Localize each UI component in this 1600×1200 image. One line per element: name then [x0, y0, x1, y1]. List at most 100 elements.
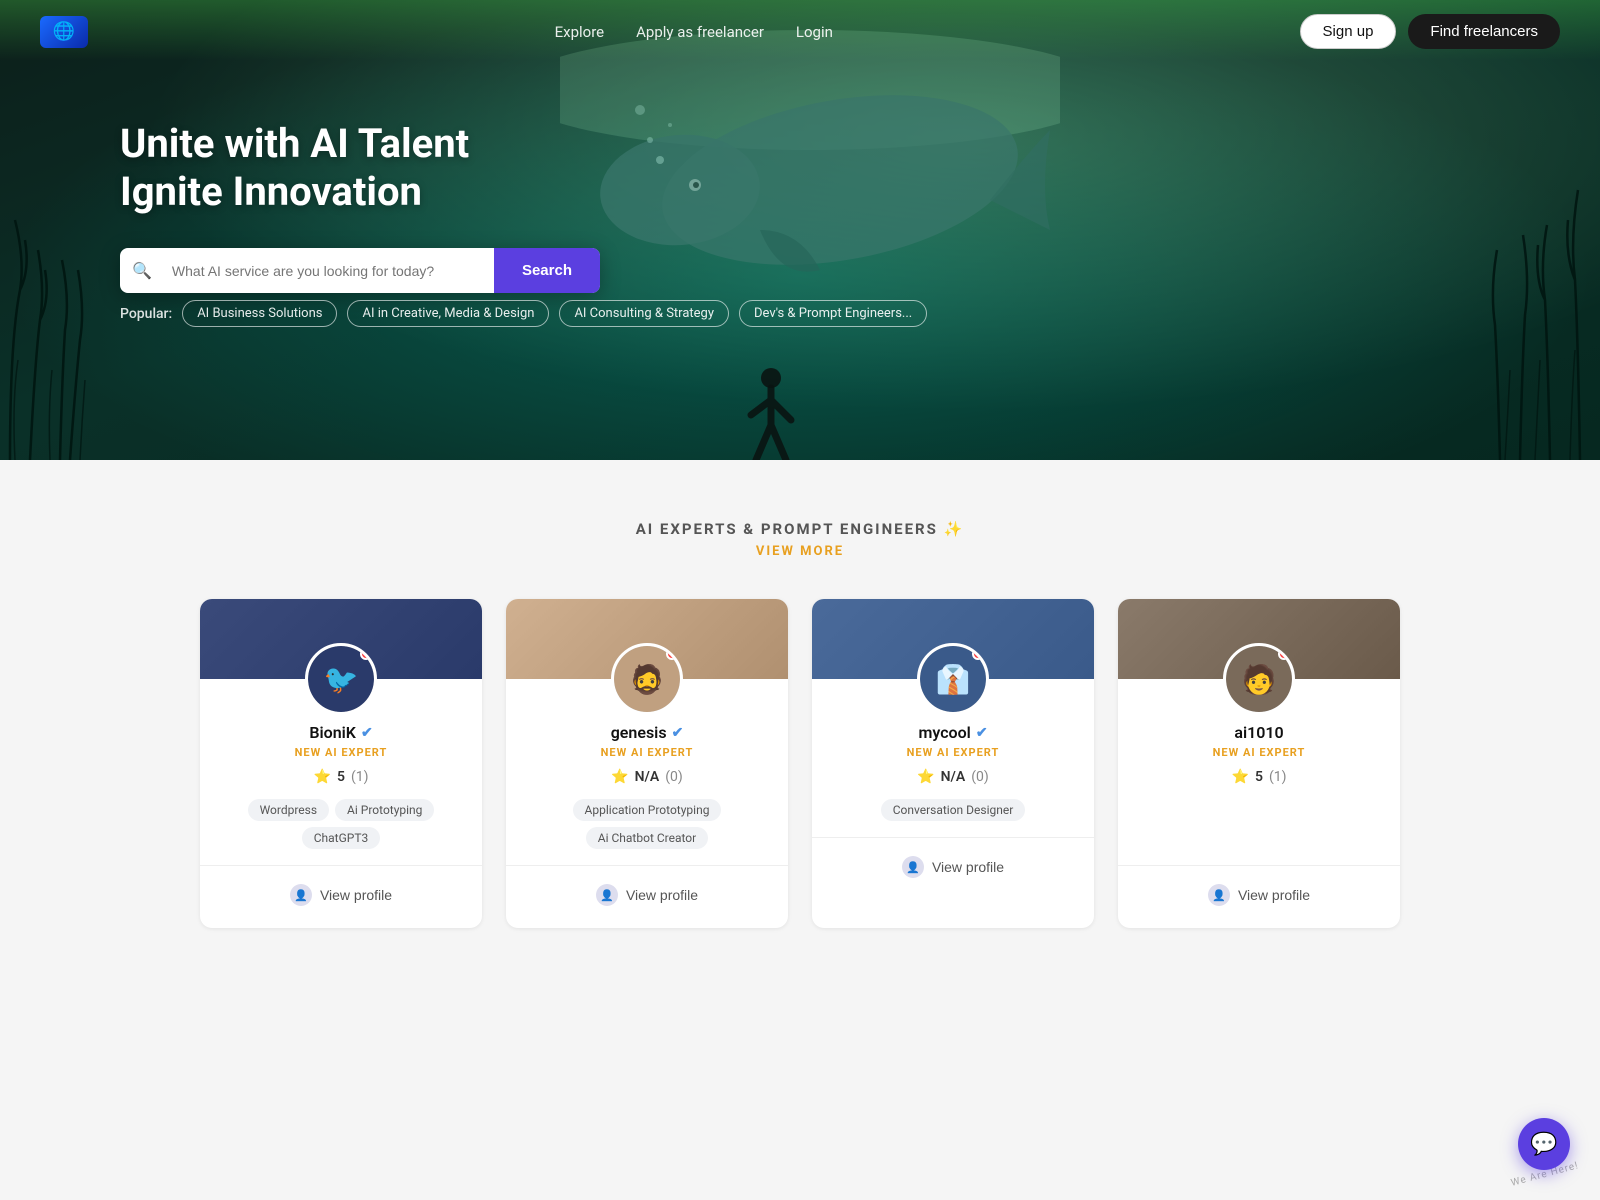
rating-value: 5 — [1255, 769, 1263, 785]
search-button[interactable]: Search — [494, 248, 600, 293]
avatar: 🧔 — [611, 643, 683, 715]
avatar: 🐦 — [305, 643, 377, 715]
signup-button[interactable]: Sign up — [1300, 14, 1397, 49]
navbar: 🌐 Explore Apply as freelancer Login Sign… — [0, 0, 1600, 63]
skill-tag[interactable]: ChatGPT3 — [302, 827, 381, 849]
card-top: 👔 — [812, 599, 1094, 679]
card-rating: ⭐ N/A (0) — [611, 769, 683, 785]
star-icon: ⭐ — [917, 769, 934, 785]
search-bar: 🔍 Search — [120, 248, 600, 293]
freelancer-card: 👔 mycool ✔ NEW AI EXPERT ⭐ N/A (0) Conve… — [812, 599, 1094, 928]
freelancer-name: BioniK ✔ — [309, 723, 372, 742]
chat-bubble-button[interactable]: 💬 — [1518, 1118, 1570, 1170]
freelancers-grid: 🐦 BioniK ✔ NEW AI EXPERT ⭐ 5 (1) Wordpre… — [200, 599, 1400, 928]
search-icon: 🔍 — [120, 261, 164, 280]
view-profile-button[interactable]: 👤 View profile — [1196, 878, 1322, 912]
nav-login[interactable]: Login — [796, 23, 833, 41]
search-input[interactable] — [164, 249, 494, 293]
nav-apply[interactable]: Apply as freelancer — [636, 23, 764, 41]
verified-icon: ✔ — [672, 725, 684, 741]
tag-creative[interactable]: AI in Creative, Media & Design — [347, 300, 549, 327]
card-top: 🧑 — [1118, 599, 1400, 679]
section-title: AI EXPERTS & PROMPT ENGINEERS ✨ — [40, 520, 1560, 538]
find-freelancers-button[interactable]: Find freelancers — [1408, 14, 1560, 49]
card-tags: Wordpress Ai Prototyping ChatGPT3 — [200, 799, 482, 849]
expert-badge: NEW AI EXPERT — [601, 746, 694, 759]
view-more-link[interactable]: VIEW MORE — [40, 544, 1560, 559]
card-divider — [812, 837, 1094, 838]
profile-icon: 👤 — [1208, 884, 1230, 906]
figure-silhouette — [736, 360, 806, 460]
online-indicator — [972, 648, 984, 660]
popular-label: Popular: — [120, 306, 172, 322]
logo-icon: 🌐 — [40, 16, 88, 48]
expert-badge: NEW AI EXPERT — [907, 746, 1000, 759]
skill-tag[interactable]: Application Prototyping — [573, 799, 722, 821]
card-rating: ⭐ N/A (0) — [917, 769, 989, 785]
rating-count: (1) — [1269, 769, 1287, 785]
card-rating: ⭐ 5 (1) — [314, 769, 369, 785]
rating-value: N/A — [941, 769, 966, 785]
view-profile-label: View profile — [320, 887, 392, 903]
freelancer-card: 🧑 ai1010 NEW AI EXPERT ⭐ 5 (1) 👤 View pr… — [1118, 599, 1400, 928]
chat-icon: 💬 — [1530, 1132, 1557, 1157]
hero-content: Unite with AI Talent Ignite Innovation 🔍… — [120, 120, 600, 293]
card-divider — [200, 865, 482, 866]
card-tags: Conversation Designer — [865, 799, 1042, 821]
profile-icon: 👤 — [902, 856, 924, 878]
verified-icon: ✔ — [361, 725, 373, 741]
profile-icon: 👤 — [596, 884, 618, 906]
trees-right — [1360, 80, 1600, 460]
tag-business[interactable]: AI Business Solutions — [182, 300, 337, 327]
we-are-here: We Are Here! 💬 — [1510, 1169, 1580, 1180]
verified-icon: ✔ — [976, 725, 988, 741]
freelancer-name: mycool ✔ — [918, 723, 987, 742]
view-profile-label: View profile — [626, 887, 698, 903]
rating-value: N/A — [635, 769, 660, 785]
freelancer-name: ai1010 — [1234, 723, 1283, 742]
card-top: 🧔 — [506, 599, 788, 679]
view-profile-button[interactable]: 👤 View profile — [278, 878, 404, 912]
card-divider — [1118, 865, 1400, 866]
rating-count: (1) — [351, 769, 369, 785]
freelancer-card: 🐦 BioniK ✔ NEW AI EXPERT ⭐ 5 (1) Wordpre… — [200, 599, 482, 928]
rating-value: 5 — [337, 769, 345, 785]
avatar: 👔 — [917, 643, 989, 715]
card-top: 🐦 — [200, 599, 482, 679]
logo[interactable]: 🌐 — [40, 16, 88, 48]
whale-illustration — [560, 30, 1060, 330]
tag-consulting[interactable]: AI Consulting & Strategy — [559, 300, 729, 327]
star-icon: ⭐ — [611, 769, 628, 785]
rating-count: (0) — [971, 769, 989, 785]
nav-actions: Sign up Find freelancers — [1300, 14, 1560, 49]
view-profile-label: View profile — [932, 859, 1004, 875]
hero-title: Unite with AI Talent Ignite Innovation — [120, 120, 600, 216]
expert-badge: NEW AI EXPERT — [1213, 746, 1306, 759]
avatar: 🧑 — [1223, 643, 1295, 715]
view-profile-button[interactable]: 👤 View profile — [584, 878, 710, 912]
star-icon: ⭐ — [1232, 769, 1249, 785]
skill-tag[interactable]: Ai Prototyping — [335, 799, 434, 821]
star-icon: ⭐ — [314, 769, 331, 785]
online-indicator — [666, 648, 678, 660]
profile-icon: 👤 — [290, 884, 312, 906]
view-profile-button[interactable]: 👤 View profile — [890, 850, 1016, 884]
freelancer-card: 🧔 genesis ✔ NEW AI EXPERT ⭐ N/A (0) Appl… — [506, 599, 788, 928]
expert-badge: NEW AI EXPERT — [295, 746, 388, 759]
skill-tag[interactable]: Conversation Designer — [881, 799, 1026, 821]
skill-tag[interactable]: Ai Chatbot Creator — [586, 827, 708, 849]
nav-explore[interactable]: Explore — [555, 23, 605, 41]
hero-section: 🌐 Explore Apply as freelancer Login Sign… — [0, 0, 1600, 460]
card-divider — [506, 865, 788, 866]
online-indicator — [360, 648, 372, 660]
card-tags: Application Prototyping Ai Chatbot Creato… — [506, 799, 788, 849]
main-content: AI EXPERTS & PROMPT ENGINEERS ✨ VIEW MOR… — [0, 460, 1600, 1008]
skill-tag[interactable]: Wordpress — [248, 799, 329, 821]
online-indicator — [1278, 648, 1290, 660]
freelancer-name: genesis ✔ — [611, 723, 684, 742]
tag-devs[interactable]: Dev's & Prompt Engineers... — [739, 300, 927, 327]
popular-tags: Popular: AI Business Solutions AI in Cre… — [120, 300, 927, 327]
section-header: AI EXPERTS & PROMPT ENGINEERS ✨ VIEW MOR… — [40, 520, 1560, 559]
view-profile-label: View profile — [1238, 887, 1310, 903]
rating-count: (0) — [665, 769, 683, 785]
